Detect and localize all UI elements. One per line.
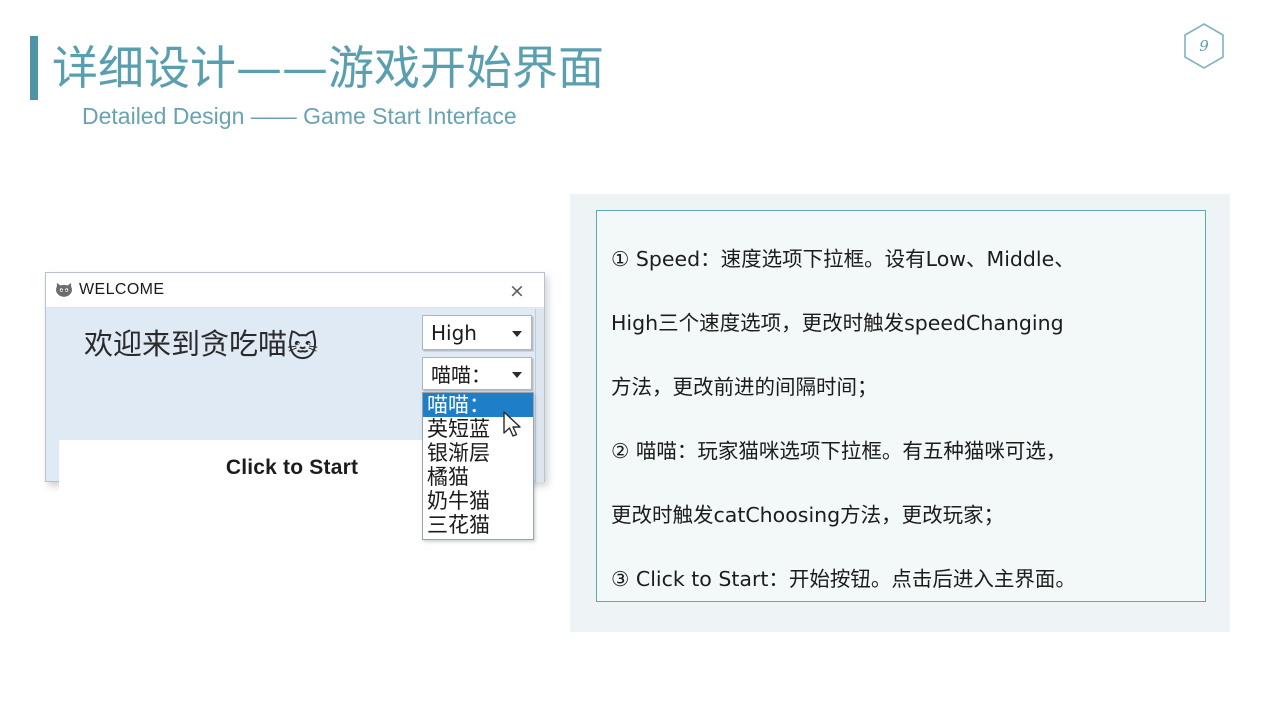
page-number-text: 9 — [1199, 37, 1209, 55]
title-accent-bar — [30, 36, 38, 100]
speed-combobox[interactable]: High — [422, 315, 532, 350]
cat-combobox[interactable]: 喵喵： — [422, 357, 532, 390]
description-inner-box: ① Speed：速度选项下拉框。设有Low、Middle、 High三个速度选项… — [596, 210, 1206, 602]
cat-combobox-value: 喵喵： — [431, 363, 491, 387]
close-icon[interactable]: × — [496, 273, 538, 308]
dropdown-option[interactable]: 橘猫 — [423, 465, 533, 489]
dialog-titlebar[interactable]: WELCOME × — [46, 273, 544, 308]
speed-combobox-value: High — [431, 320, 477, 345]
page-title: 详细设计——游戏开始界面 — [52, 41, 604, 95]
cat-face-icon — [56, 282, 72, 297]
description-panel: ① Speed：速度选项下拉框。设有Low、Middle、 High三个速度选项… — [570, 194, 1230, 632]
cat-emoji-icon: 🐱 — [287, 330, 319, 365]
description-line: ① Speed：速度选项下拉框。设有Low、Middle、 — [611, 247, 1075, 271]
page-subtitle: Detailed Design —— Game Start Interface — [82, 103, 517, 129]
description-line: ③ Click to Start：开始按钮。点击后进入主界面。 — [611, 567, 1076, 591]
dropdown-option[interactable]: 三花猫 — [423, 513, 533, 537]
welcome-message-text: 欢迎来到贪吃喵 — [84, 327, 288, 361]
description-line: 更改时触发catChoosing方法，更改玩家； — [611, 503, 1005, 527]
dialog-scrollbar-strip[interactable] — [535, 309, 544, 482]
chevron-down-icon — [512, 371, 522, 378]
dialog-title-text: WELCOME — [79, 281, 165, 298]
slide-header: 详细设计——游戏开始界面 Detailed Design —— Game Sta… — [0, 0, 1280, 150]
dropdown-option[interactable]: 奶牛猫 — [423, 489, 533, 513]
dropdown-option[interactable]: 银渐层 — [423, 441, 533, 465]
page-number-badge: 9 — [1182, 22, 1226, 70]
description-line: High三个速度选项，更改时触发speedChanging — [611, 311, 1064, 335]
description-line: 方法，更改前进的间隔时间； — [611, 375, 878, 399]
description-line: ② 喵喵：玩家猫咪选项下拉框。有五种猫咪可选， — [611, 439, 1067, 463]
welcome-message: 欢迎来到贪吃喵🐱 — [84, 322, 318, 370]
mouse-cursor-icon — [503, 411, 521, 437]
chevron-down-icon — [512, 330, 522, 337]
